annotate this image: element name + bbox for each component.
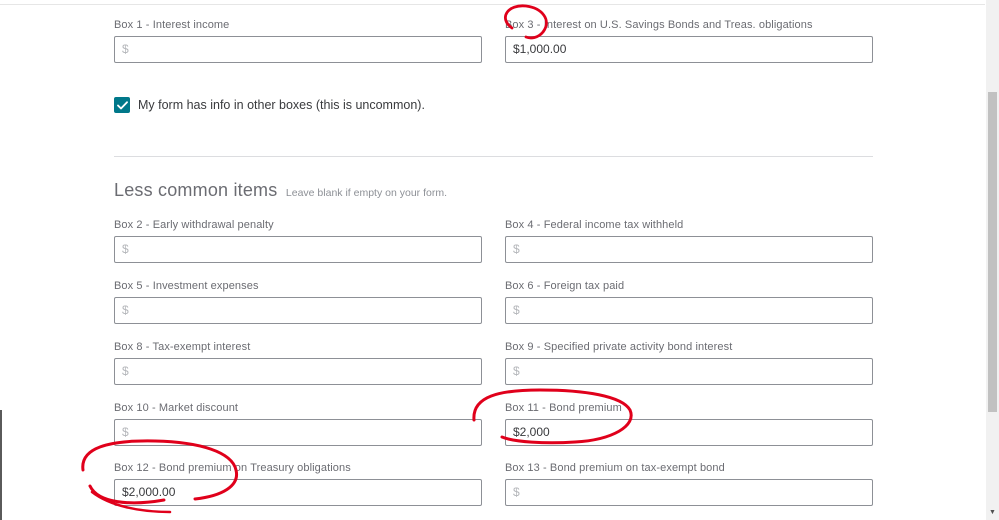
box1-input[interactable]: $ xyxy=(114,36,482,63)
top-divider xyxy=(0,4,985,5)
box3-label: Box 3 - Interest on U.S. Savings Bonds a… xyxy=(505,19,813,31)
box12-field: Box 12 - Bond premium on Treasury obliga… xyxy=(114,461,482,506)
less-common-header: Less common items Leave blank if empty o… xyxy=(114,180,447,201)
section-title: Less common items xyxy=(114,180,278,200)
box5-label: Box 5 - Investment expenses xyxy=(114,280,259,292)
box6-label: Box 6 - Foreign tax paid xyxy=(505,280,625,292)
section-divider xyxy=(114,156,873,157)
box11-field: Box 11 - Bond premium $2,000 xyxy=(505,401,873,446)
box2-input[interactable]: $ xyxy=(114,236,482,263)
box5-field: Box 5 - Investment expenses $ xyxy=(114,279,482,324)
section-subtitle: Leave blank if empty on your form. xyxy=(285,187,447,199)
other-boxes-checkbox[interactable] xyxy=(114,97,130,113)
other-boxes-checkbox-label: My form has info in other boxes (this is… xyxy=(138,98,425,112)
box4-field: Box 4 - Federal income tax withheld $ xyxy=(505,218,873,263)
box9-field: Box 9 - Specified private activity bond … xyxy=(505,340,873,385)
box1-field: Box 1 - Interest income $ xyxy=(114,18,482,63)
box12-label: Box 12 - Bond premium on Treasury obliga… xyxy=(114,462,351,474)
box3-field: Box 3 - Interest on U.S. Savings Bonds a… xyxy=(505,18,873,63)
window-edge xyxy=(0,410,2,520)
box6-input[interactable]: $ xyxy=(505,297,873,324)
box10-label: Box 10 - Market discount xyxy=(114,402,239,414)
form-page: Box 1 - Interest income $ Box 3 - Intere… xyxy=(0,0,999,520)
scrollbar-thumb[interactable] xyxy=(988,92,997,412)
chevron-down-icon[interactable]: ▼ xyxy=(986,506,999,518)
box2-label: Box 2 - Early withdrawal penalty xyxy=(114,219,274,231)
box13-label: Box 13 - Bond premium on tax-exempt bond xyxy=(505,462,725,474)
box13-field: Box 13 - Bond premium on tax-exempt bond… xyxy=(505,461,873,506)
box10-input[interactable]: $ xyxy=(114,419,482,446)
box8-input[interactable]: $ xyxy=(114,358,482,385)
box4-label: Box 4 - Federal income tax withheld xyxy=(505,219,684,231)
box9-label: Box 9 - Specified private activity bond … xyxy=(505,341,733,353)
box3-input[interactable]: $1,000.00 xyxy=(505,36,873,63)
box11-label: Box 11 - Bond premium xyxy=(505,402,622,414)
box2-field: Box 2 - Early withdrawal penalty $ xyxy=(114,218,482,263)
box1-label: Box 1 - Interest income xyxy=(114,19,230,31)
box8-field: Box 8 - Tax-exempt interest $ xyxy=(114,340,482,385)
box8-label: Box 8 - Tax-exempt interest xyxy=(114,341,251,353)
box12-input[interactable]: $2,000.00 xyxy=(114,479,482,506)
box4-input[interactable]: $ xyxy=(505,236,873,263)
box11-input[interactable]: $2,000 xyxy=(505,419,873,446)
box5-input[interactable]: $ xyxy=(114,297,482,324)
box9-input[interactable]: $ xyxy=(505,358,873,385)
checkmark-icon xyxy=(116,100,128,109)
box13-input[interactable]: $ xyxy=(505,479,873,506)
box10-field: Box 10 - Market discount $ xyxy=(114,401,482,446)
box6-field: Box 6 - Foreign tax paid $ xyxy=(505,279,873,324)
